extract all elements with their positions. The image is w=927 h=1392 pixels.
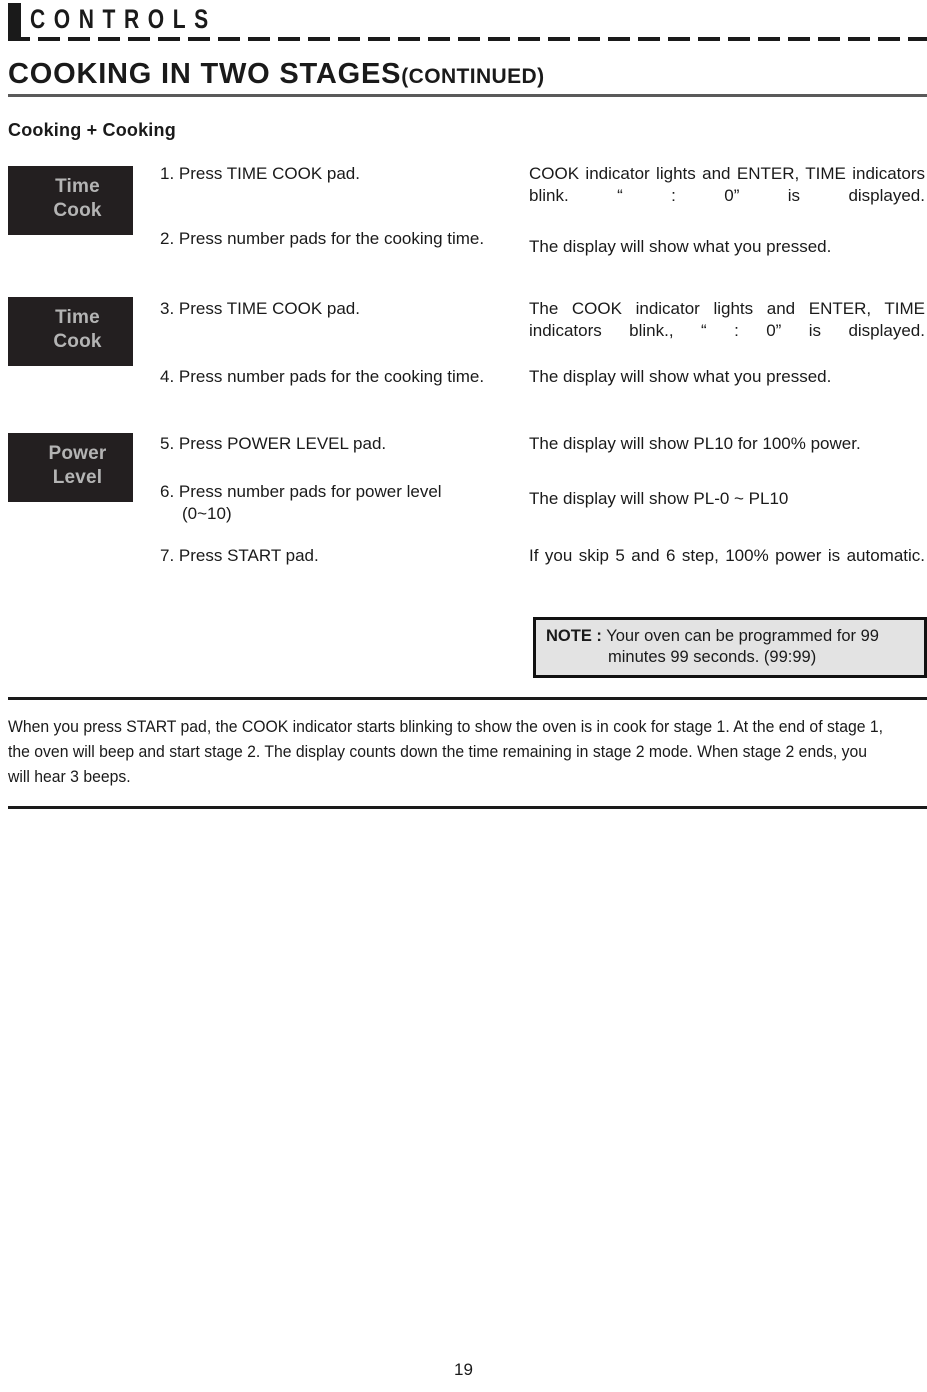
note-text: NOTE : Your oven can be programmed for 9… (546, 626, 914, 668)
step-instruction-3: 3. Press TIME COOK pad. (160, 299, 360, 318)
pad-label-line1: Power (48, 443, 107, 464)
note-label: NOTE : (546, 627, 602, 645)
bottom-paragraph: When you press START pad, the COOK indic… (8, 718, 884, 786)
step-result-3: The COOK indicator lights and ENTER, TIM… (529, 299, 925, 340)
step-instruction-7: 7. Press START pad. (160, 546, 319, 565)
page-title: COOKING IN TWO STAGES(CONTINUED) (8, 58, 544, 93)
pad-time-cook-1[interactable]: Time Cook (8, 166, 133, 235)
bottom-divider-bottom (8, 806, 927, 809)
pad-label-line2: Level (52, 467, 103, 488)
note-body: Your oven can be programmed for 99 minut… (601, 627, 879, 666)
bottom-divider-top (8, 697, 927, 700)
step-result-7: If you skip 5 and 6 step, 100% power is … (529, 546, 925, 565)
page-title-main: COOKING IN TWO STAGES (8, 58, 402, 90)
step-instruction-4: 4. Press number pads for the cooking tim… (160, 367, 485, 386)
step-result-2: The display will show what you pressed. (529, 237, 832, 256)
subsection-title: Cooking + Cooking (8, 120, 176, 140)
header-dashed-rule (8, 37, 927, 41)
pad-time-cook-2[interactable]: Time Cook (8, 297, 133, 366)
note-box: NOTE : Your oven can be programmed for 9… (533, 617, 927, 678)
pad-label-line2: Cook (53, 331, 102, 352)
pad-label-line2: Cook (53, 200, 102, 221)
pad-label-line1: Time (55, 176, 100, 197)
page-number: 19 (454, 1360, 473, 1379)
header-accent-bar (8, 3, 21, 39)
pad-power-level[interactable]: Power Level (8, 433, 133, 502)
title-divider (8, 94, 927, 97)
step-instruction-6: 6. Press number pads for power level (0~… (160, 482, 442, 523)
page-title-continued: (CONTINUED) (401, 65, 545, 88)
header-chapter-label: CONTROLS (30, 4, 217, 34)
step-instruction-5: 5. Press POWER LEVEL pad. (160, 434, 387, 453)
step-result-1: COOK indicator lights and ENTER, TIME in… (529, 164, 925, 205)
step-result-6: The display will show PL-0 ~ PL10 (529, 489, 789, 508)
step-instruction-2: 2. Press number pads for the cooking tim… (160, 229, 485, 248)
pad-label-line1: Time (55, 307, 100, 328)
step-result-5: The display will show PL10 for 100% powe… (529, 434, 861, 453)
step-instruction-1: 1. Press TIME COOK pad. (160, 164, 360, 183)
page-header: CONTROLS (0, 0, 927, 46)
step-result-4: The display will show what you pressed. (529, 367, 832, 386)
